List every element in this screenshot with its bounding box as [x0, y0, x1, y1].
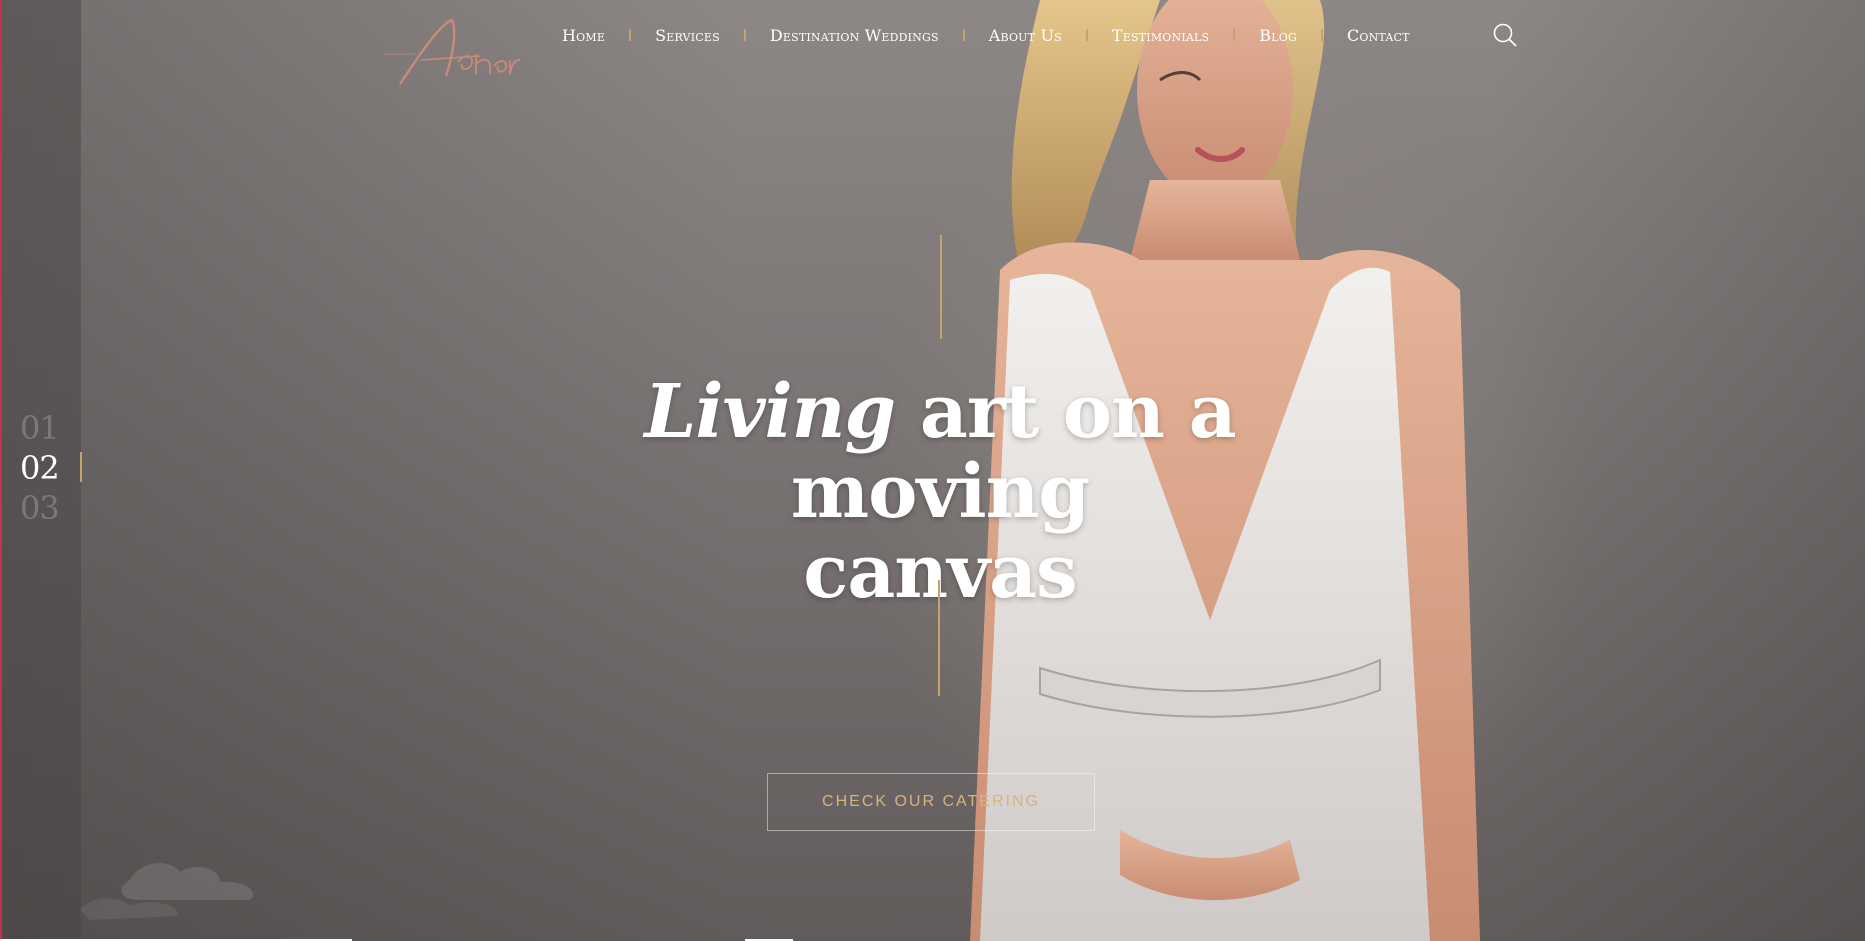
- nav-home[interactable]: Home: [562, 26, 605, 45]
- nav-separator: [1085, 29, 1088, 41]
- nav-blog[interactable]: Blog: [1259, 26, 1297, 45]
- asher-logo[interactable]: [380, 14, 520, 94]
- decorative-line-bottom: [938, 580, 940, 696]
- slide-number-03[interactable]: 03: [20, 488, 80, 528]
- nav-separator: [1233, 29, 1236, 41]
- nav-separator: [743, 29, 746, 41]
- nav-contact[interactable]: Contact: [1347, 26, 1410, 45]
- decorative-line-top: [940, 235, 942, 339]
- slide-number-02[interactable]: 02: [20, 448, 80, 488]
- nav-separator: [1320, 29, 1323, 41]
- nav-separator: [962, 29, 965, 41]
- nav-about-us[interactable]: About Us: [989, 26, 1062, 45]
- active-slide-marker: [80, 452, 82, 482]
- decorative-clouds: [80, 862, 254, 920]
- slider-pagination: 01 02 03: [20, 408, 80, 528]
- slide-number-01[interactable]: 01: [20, 408, 80, 448]
- nav-services[interactable]: Services: [655, 26, 720, 45]
- nav-testimonials[interactable]: Testimonials: [1112, 26, 1209, 45]
- main-nav: Home Services Destination Weddings About…: [562, 22, 1410, 48]
- hero-headline: Living art on a moving canvas: [500, 372, 1380, 612]
- nav-destination-weddings[interactable]: Destination Weddings: [770, 26, 939, 45]
- headline-italic: Living: [644, 369, 896, 455]
- nav-separator: [629, 29, 632, 41]
- check-catering-button[interactable]: CHECK OUR CATERING: [767, 773, 1095, 831]
- search-icon[interactable]: [1492, 22, 1518, 48]
